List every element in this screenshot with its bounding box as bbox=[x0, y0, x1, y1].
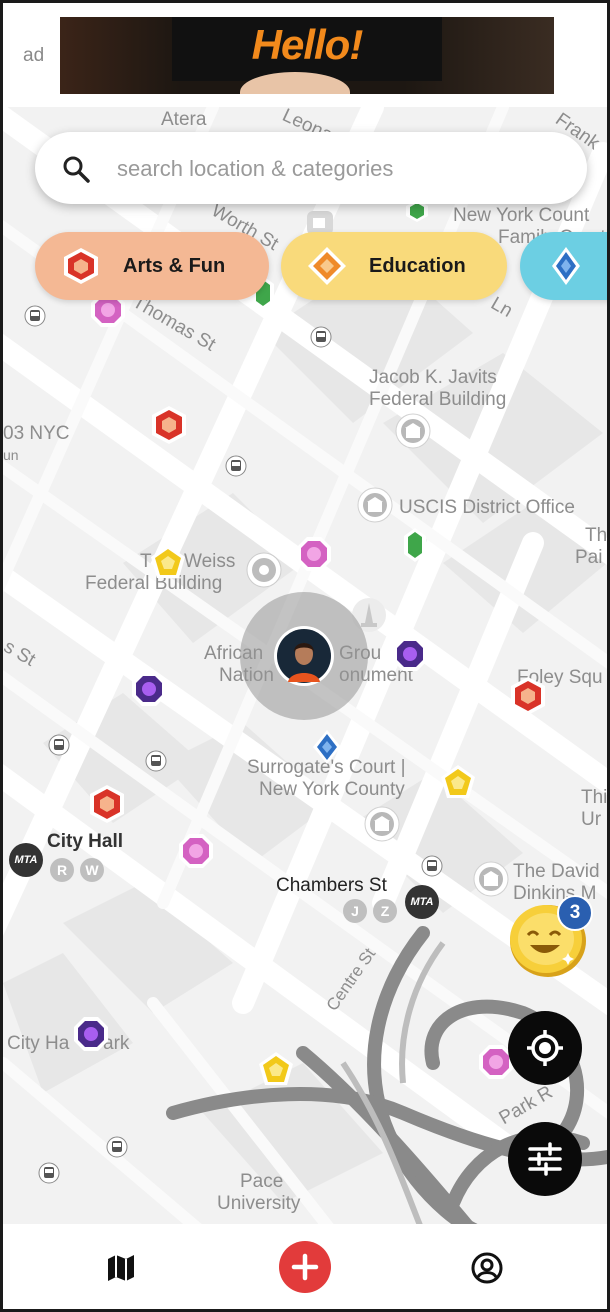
marker-yellow-icon[interactable] bbox=[150, 544, 186, 580]
bus-stop-icon[interactable] bbox=[310, 326, 332, 348]
label-03-nyc: 03 NYC bbox=[3, 423, 70, 444]
locate-me-button[interactable] bbox=[508, 1011, 582, 1085]
subway-line-r: R bbox=[50, 858, 74, 882]
mta-icon[interactable]: MTA bbox=[9, 843, 43, 877]
label-pai: Pai bbox=[575, 547, 603, 568]
marker-purple-icon[interactable] bbox=[72, 1015, 110, 1053]
sliders-icon bbox=[528, 1142, 562, 1176]
landmark-icon[interactable] bbox=[364, 806, 400, 842]
category-chip-arts-fun[interactable]: Arts & Fun bbox=[35, 232, 269, 300]
ad-banner[interactable]: Hello! bbox=[60, 17, 554, 94]
arts-marker-pink-icon[interactable] bbox=[295, 535, 333, 573]
bus-stop-icon[interactable] bbox=[38, 1162, 60, 1184]
label-ny-county: New York County bbox=[259, 779, 405, 800]
education-marker-blue-icon[interactable] bbox=[312, 729, 342, 765]
label-atera: Atera bbox=[161, 109, 207, 130]
marker-green-icon[interactable] bbox=[403, 527, 427, 563]
label-city-hall: City Hall bbox=[47, 831, 124, 852]
filter-button[interactable] bbox=[508, 1122, 582, 1196]
bus-stop-icon[interactable] bbox=[421, 855, 443, 877]
bus-stop-icon[interactable] bbox=[225, 455, 247, 477]
arts-marker-pink-icon[interactable] bbox=[177, 832, 215, 870]
subway-line-z: Z bbox=[373, 899, 397, 923]
add-icon bbox=[291, 1253, 319, 1281]
mta-icon[interactable]: MTA bbox=[405, 885, 439, 919]
avatar-icon bbox=[277, 629, 331, 683]
label-pace: Pace bbox=[240, 1171, 284, 1192]
search-icon bbox=[63, 156, 90, 183]
label-uscis: USCIS District Office bbox=[399, 497, 575, 518]
ad-banner-area: ad Hello! bbox=[3, 3, 607, 107]
place-pin-icon[interactable] bbox=[246, 552, 282, 588]
marker-purple-icon[interactable] bbox=[130, 670, 168, 708]
landmark-icon[interactable] bbox=[395, 413, 431, 449]
bus-stop-icon[interactable] bbox=[145, 750, 167, 772]
bottom-navigation bbox=[3, 1224, 607, 1309]
arts-marker-red-icon[interactable] bbox=[150, 405, 188, 445]
map-icon bbox=[108, 1255, 134, 1281]
ad-headline: Hello! bbox=[251, 21, 364, 68]
diamond-orange-icon bbox=[308, 247, 346, 285]
subway-line-w: W bbox=[80, 858, 104, 882]
label-chambers-st: Chambers St bbox=[276, 875, 387, 896]
diamond-blue-icon bbox=[552, 247, 580, 285]
label-new-york-county: New York Count bbox=[453, 205, 590, 226]
category-chip-education[interactable]: Education bbox=[281, 232, 507, 300]
bus-stop-icon[interactable] bbox=[48, 734, 70, 756]
marker-yellow-icon[interactable] bbox=[440, 764, 476, 800]
profile-icon bbox=[471, 1252, 503, 1284]
nav-map-button[interactable] bbox=[103, 1250, 139, 1286]
user-avatar[interactable] bbox=[274, 626, 334, 686]
label-th: Th bbox=[585, 525, 607, 546]
category-label: Arts & Fun bbox=[123, 254, 226, 277]
label-weiss: Weiss bbox=[184, 551, 236, 572]
arts-marker-red-icon[interactable] bbox=[509, 676, 547, 716]
ad-label: ad bbox=[23, 45, 45, 66]
landmark-icon[interactable] bbox=[473, 861, 509, 897]
hexagon-red-icon bbox=[64, 248, 98, 284]
arts-marker-red-icon[interactable] bbox=[88, 784, 126, 824]
label-thi: Thi bbox=[581, 787, 607, 808]
subway-line-j: J bbox=[343, 899, 367, 923]
bus-stop-icon[interactable] bbox=[106, 1136, 128, 1158]
category-chip-next[interactable]: E bbox=[520, 232, 607, 300]
marker-purple-icon[interactable] bbox=[391, 635, 429, 673]
label-city-hall-park-1: City Ha bbox=[7, 1033, 70, 1054]
search-bar[interactable] bbox=[35, 132, 587, 204]
search-input[interactable] bbox=[115, 148, 559, 190]
app-frame: ad Hello! Atera Leona Frank Worth St New… bbox=[3, 3, 607, 1309]
bus-stop-icon[interactable] bbox=[24, 305, 46, 327]
label-un: un bbox=[3, 447, 19, 463]
label-the-david: The David bbox=[513, 861, 600, 882]
add-post-button[interactable] bbox=[279, 1241, 331, 1293]
crosshair-icon bbox=[527, 1030, 563, 1066]
landmark-icon[interactable] bbox=[357, 487, 393, 523]
label-jacob-javits: Jacob K. Javits bbox=[369, 367, 497, 388]
rewards-badge: 3 bbox=[557, 895, 593, 931]
label-university: University bbox=[217, 1193, 301, 1214]
label-federal-building: Federal Building bbox=[369, 389, 507, 410]
marker-yellow-icon[interactable] bbox=[258, 1051, 294, 1087]
category-label: Education bbox=[369, 254, 466, 277]
label-ur: Ur bbox=[581, 809, 602, 830]
nav-profile-button[interactable] bbox=[469, 1250, 505, 1286]
